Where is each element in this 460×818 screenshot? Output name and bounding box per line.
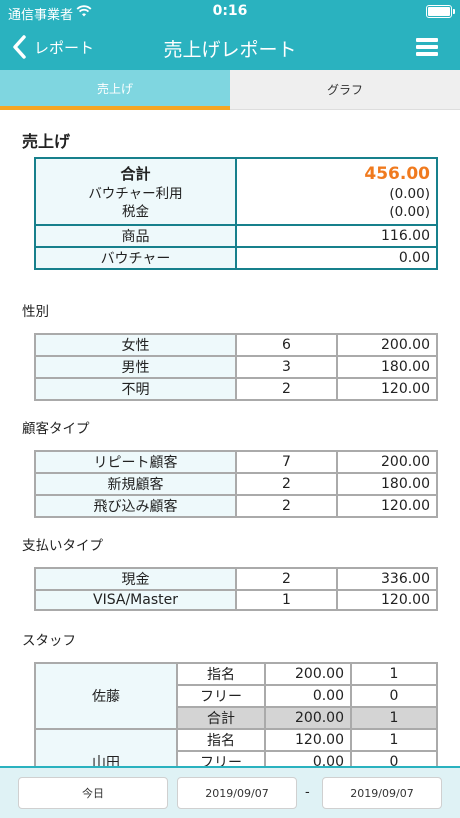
table-row: リピート顧客 7 200.00 <box>34 450 438 474</box>
today-button[interactable]: 今日 <box>18 777 168 809</box>
clock: 0:16 <box>212 3 248 19</box>
staff-row-count: 0 <box>350 750 438 766</box>
nav-bar: レポート 売上げレポート <box>0 24 460 70</box>
total-label: 合計 <box>120 165 151 183</box>
staff-row-count: 1 <box>350 728 438 752</box>
row-count: 3 <box>235 355 338 379</box>
customer-type-table: リピート顧客 7 200.00 新規顧客 2 180.00 飛び込み顧客 2 1… <box>34 450 438 518</box>
page-title: 売上げレポート <box>163 39 297 61</box>
total-value: 456.00 <box>364 164 430 184</box>
row-amount: 180.00 <box>336 355 438 379</box>
hamburger-menu-icon[interactable] <box>416 38 438 56</box>
date-range-footer: 今日 2019/09/07 - 2019/09/07 <box>0 766 460 818</box>
gender-table: 女性 6 200.00 男性 3 180.00 不明 2 120.00 <box>34 333 438 401</box>
total-values-cell: 456.00 (0.00) (0.00) <box>235 157 438 226</box>
staff-row-amount: 0.00 <box>264 684 352 708</box>
row-count: 7 <box>235 450 338 474</box>
staff-section-title: スタッフ <box>22 633 76 649</box>
voucher-value: 0.00 <box>235 246 438 270</box>
customer-type-section-title: 顧客タイプ <box>22 421 90 437</box>
tab-graph[interactable]: グラフ <box>230 70 460 110</box>
row-label: 現金 <box>34 567 237 591</box>
payment-type-section-title: 支払いタイプ <box>22 538 103 554</box>
tab-bar: 売上げ グラフ <box>0 70 460 110</box>
row-label: リピート顧客 <box>34 450 237 474</box>
staff-row-type: 合計 <box>176 706 266 730</box>
staff-row-count: 0 <box>350 684 438 708</box>
table-row: 山田 指名 120.00 1 <box>34 728 438 766</box>
staff-table: 佐藤 指名 200.00 1 フリー 0.00 0 合計 200.00 1 山田… <box>34 662 438 766</box>
staff-row-count: 1 <box>350 662 438 686</box>
table-row: 飛び込み顧客 2 120.00 <box>34 494 438 518</box>
staff-row-amount: 200.00 <box>264 706 352 730</box>
start-date-button[interactable]: 2019/09/07 <box>177 777 297 809</box>
total-labels-cell: 合計 バウチャー利用 税金 <box>34 157 237 226</box>
voucher-use-value: (0.00) <box>389 186 430 202</box>
staff-row-type: 指名 <box>176 662 266 686</box>
row-amount: 200.00 <box>336 450 438 474</box>
staff-row-amount: 200.00 <box>264 662 352 686</box>
staff-row-count: 1 <box>350 706 438 730</box>
table-row: 現金 2 336.00 <box>34 567 438 591</box>
staff-name: 佐藤 <box>34 662 178 730</box>
row-label: 不明 <box>34 377 237 401</box>
tax-value: (0.00) <box>389 204 430 220</box>
report-content[interactable]: 売上げ 合計 バウチャー利用 税金 456.00 (0.00) (0.00) 商… <box>0 110 460 766</box>
voucher-label: バウチャー <box>34 246 237 270</box>
staff-row-type: 指名 <box>176 728 266 752</box>
staff-row-amount: 120.00 <box>264 728 352 752</box>
row-count: 2 <box>235 494 338 518</box>
row-label: 男性 <box>34 355 237 379</box>
table-row: 新規顧客 2 180.00 <box>34 472 438 496</box>
staff-row-amount: 0.00 <box>264 750 352 766</box>
row-amount: 336.00 <box>336 567 438 591</box>
end-date-button[interactable]: 2019/09/07 <box>322 777 442 809</box>
date-separator: - <box>305 785 310 800</box>
staff-name: 山田 <box>34 728 178 766</box>
row-count: 6 <box>235 333 338 357</box>
voucher-use-label: バウチャー利用 <box>88 186 183 202</box>
table-row: 不明 2 120.00 <box>34 377 438 401</box>
row-amount: 180.00 <box>336 472 438 496</box>
product-label: 商品 <box>34 224 237 248</box>
table-row: 佐藤 指名 200.00 1 <box>34 662 438 730</box>
row-amount: 120.00 <box>336 377 438 401</box>
row-count: 2 <box>235 567 338 591</box>
row-label: 飛び込み顧客 <box>34 494 237 518</box>
row-label: VISA/Master <box>34 589 237 611</box>
row-amount: 120.00 <box>336 589 438 611</box>
row-amount: 200.00 <box>336 333 438 357</box>
table-row: 女性 6 200.00 <box>34 333 438 357</box>
table-row: 男性 3 180.00 <box>34 355 438 379</box>
row-label: 女性 <box>34 333 237 357</box>
sales-section-title: 売上げ <box>22 132 71 151</box>
staff-row-type: フリー <box>176 750 266 766</box>
payment-type-table: 現金 2 336.00 VISA/Master 1 120.00 <box>34 567 438 611</box>
row-count: 1 <box>235 589 338 611</box>
row-count: 2 <box>235 377 338 401</box>
row-label: 新規顧客 <box>34 472 237 496</box>
gender-section-title: 性別 <box>22 304 49 320</box>
table-row: VISA/Master 1 120.00 <box>34 589 438 611</box>
staff-row-type: フリー <box>176 684 266 708</box>
tab-sales[interactable]: 売上げ <box>0 70 230 110</box>
status-bar: 通信事業者 0:16 <box>0 0 460 24</box>
row-amount: 120.00 <box>336 494 438 518</box>
product-value: 116.00 <box>235 224 438 248</box>
battery-icon <box>426 5 455 18</box>
tax-label: 税金 <box>122 204 149 220</box>
row-count: 2 <box>235 472 338 496</box>
sales-total-table: 合計 バウチャー利用 税金 456.00 (0.00) (0.00) 商品 11… <box>34 157 438 270</box>
